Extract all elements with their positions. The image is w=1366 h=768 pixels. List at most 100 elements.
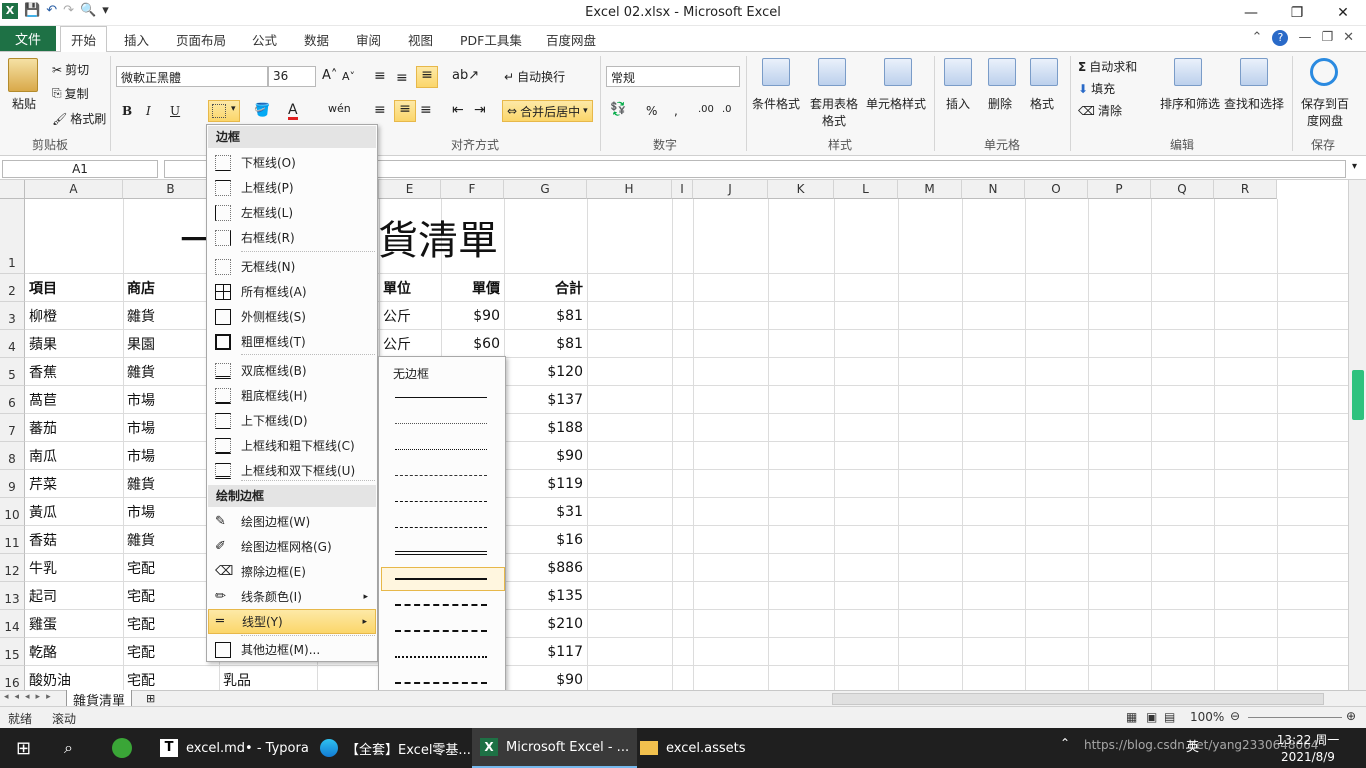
- cell-f3[interactable]: $90: [441, 302, 504, 330]
- column-header[interactable]: K: [768, 180, 834, 199]
- view-normal-icon[interactable]: ▦: [1126, 710, 1137, 724]
- menu-item-draw-border-grid[interactable]: ✐ 绘图边框网格(G): [208, 534, 376, 559]
- line-style-hair[interactable]: [395, 423, 487, 424]
- app-green-icon[interactable]: [104, 728, 140, 768]
- cell-a2[interactable]: 項目: [25, 274, 123, 302]
- taskbar-typora[interactable]: Texcel.md• - Typora: [152, 728, 317, 768]
- new-sheet-icon[interactable]: ⊞: [146, 692, 155, 705]
- minimize-button[interactable]: —: [1228, 0, 1274, 26]
- column-header[interactable]: M: [898, 180, 962, 199]
- font-shrink-icon[interactable]: A˅: [342, 70, 355, 83]
- decrease-indent-icon[interactable]: ⇤: [452, 102, 464, 118]
- line-style-medium-dash-dot[interactable]: [395, 630, 487, 632]
- cell-a4[interactable]: 蘋果: [25, 330, 123, 358]
- scrollbar-thumb[interactable]: [1352, 370, 1364, 420]
- start-icon[interactable]: ⊞: [8, 728, 39, 768]
- autosum-button[interactable]: Σ 自动求和: [1078, 58, 1137, 75]
- horizontal-scrollbar[interactable]: [832, 693, 1324, 705]
- cell-b12[interactable]: 宅配: [123, 554, 219, 582]
- cell-a12[interactable]: 牛乳: [25, 554, 123, 582]
- tab-data[interactable]: 数据: [294, 26, 339, 52]
- row-header[interactable]: 6: [0, 386, 25, 414]
- menu-item-more-borders[interactable]: 其他边框(M)...: [208, 637, 376, 662]
- font-size-select[interactable]: 36: [268, 66, 316, 87]
- column-header[interactable]: I: [672, 180, 693, 199]
- delete-cells-button[interactable]: 删除: [988, 95, 1012, 112]
- close-button[interactable]: ✕: [1320, 0, 1366, 26]
- zoom-in-icon[interactable]: ⊕: [1346, 709, 1356, 723]
- table-format-icon[interactable]: [818, 58, 846, 86]
- row-header[interactable]: 2: [0, 274, 25, 302]
- expand-formula-icon[interactable]: ▾: [1352, 161, 1357, 172]
- align-left-icon[interactable]: ≡: [374, 102, 386, 118]
- cell-a8[interactable]: 南瓜: [25, 442, 123, 470]
- spreadsheet-grid[interactable]: ABCDEFGHIJKLMNOPQR12項目商店數量單位單價合計3柳橙雜貨0.9…: [0, 180, 1348, 690]
- clear-button[interactable]: ⌫ 清除: [1078, 102, 1122, 119]
- tab-view[interactable]: 视图: [398, 26, 443, 52]
- row-header[interactable]: 4: [0, 330, 25, 358]
- taskbar-excel[interactable]: X Microsoft Excel - ...: [472, 728, 638, 768]
- cell-b9[interactable]: 雜貨: [123, 470, 219, 498]
- cell-g10[interactable]: $31: [504, 498, 587, 526]
- menu-item-double-bottom-border[interactable]: 双底框线(B): [208, 358, 376, 383]
- align-right-icon[interactable]: ≡: [420, 102, 432, 118]
- cell-g11[interactable]: $16: [504, 526, 587, 554]
- column-header[interactable]: H: [587, 180, 672, 199]
- search-icon[interactable]: ⌕: [56, 728, 81, 768]
- row-header[interactable]: 15: [0, 638, 25, 666]
- orientation-icon[interactable]: ab↗: [452, 68, 479, 83]
- tab-file[interactable]: 文件: [0, 26, 56, 51]
- decrease-decimal-icon[interactable]: .0: [722, 104, 732, 115]
- tab-review[interactable]: 审阅: [346, 26, 391, 52]
- sheet-nav-arrows-icon[interactable]: ◂◂◂▸▸: [4, 692, 57, 702]
- row-header[interactable]: 16: [0, 666, 25, 690]
- cell-g3[interactable]: $81: [504, 302, 587, 330]
- menu-item-draw-border[interactable]: ✎ 绘图边框(W): [208, 509, 376, 534]
- cell-b3[interactable]: 雜貨: [123, 302, 219, 330]
- sort-filter-icon[interactable]: [1174, 58, 1202, 86]
- sheet-tab-active[interactable]: 雜貨清單: [66, 690, 133, 709]
- baidu-cloud-icon[interactable]: [1310, 58, 1338, 86]
- cell-g9[interactable]: $119: [504, 470, 587, 498]
- cut-button[interactable]: ✂ 剪切: [52, 61, 89, 78]
- menu-item-line-color[interactable]: ✏ 线条颜色(I) ▸: [208, 584, 376, 609]
- font-name-select[interactable]: 微軟正黑體: [116, 66, 268, 87]
- tab-home[interactable]: 开始: [60, 26, 108, 53]
- column-header[interactable]: B: [123, 180, 219, 199]
- cell-g4[interactable]: $81: [504, 330, 587, 358]
- wrap-text-button[interactable]: ↵ 自动换行: [504, 68, 565, 85]
- cell-b10[interactable]: 市場: [123, 498, 219, 526]
- menu-item-thick-bottom-border[interactable]: 粗底框线(H): [208, 383, 376, 408]
- increase-decimal-icon[interactable]: .00: [698, 104, 714, 115]
- row-header[interactable]: 9: [0, 470, 25, 498]
- cell-g2[interactable]: 合計: [504, 274, 587, 302]
- fill-button[interactable]: ⬇ 填充: [1078, 80, 1115, 97]
- workbook-minimize-icon[interactable]: —: [1298, 30, 1311, 46]
- cell-b11[interactable]: 雜貨: [123, 526, 219, 554]
- zoom-level[interactable]: 100%: [1190, 710, 1224, 724]
- cell-a11[interactable]: 香菇: [25, 526, 123, 554]
- merge-center-button[interactable]: ⇔ 合并后居中 ▾: [502, 100, 593, 122]
- cell-b5[interactable]: 雜貨: [123, 358, 219, 386]
- underline-button[interactable]: U: [170, 104, 180, 118]
- row-header[interactable]: 1: [0, 199, 25, 274]
- comma-button[interactable]: ,: [674, 104, 678, 118]
- find-select-icon[interactable]: [1240, 58, 1268, 86]
- line-style-double[interactable]: [395, 551, 487, 555]
- vertical-scrollbar[interactable]: [1348, 180, 1366, 690]
- cell-a14[interactable]: 雞蛋: [25, 610, 123, 638]
- view-page-break-icon[interactable]: ▤: [1164, 710, 1175, 724]
- format-cells-icon[interactable]: [1030, 58, 1058, 86]
- font-grow-icon[interactable]: A˄: [322, 68, 337, 83]
- taskbar-folder[interactable]: excel.assets: [632, 728, 754, 768]
- menu-item-bottom-border[interactable]: 下框线(O): [208, 150, 376, 175]
- cell-a6[interactable]: 萵苣: [25, 386, 123, 414]
- menu-item-thick-box-border[interactable]: 粗匣框线(T): [208, 329, 376, 354]
- no-border-option[interactable]: 无边框: [393, 365, 429, 382]
- cell-a15[interactable]: 乾酪: [25, 638, 123, 666]
- cell-a13[interactable]: 起司: [25, 582, 123, 610]
- currency-icon[interactable]: 💱: [610, 102, 626, 117]
- menu-item-no-border[interactable]: 无框线(N): [208, 254, 376, 279]
- collapse-ribbon-icon[interactable]: ⌃: [1252, 30, 1263, 46]
- title-cell-right[interactable]: 貨清單: [378, 199, 538, 274]
